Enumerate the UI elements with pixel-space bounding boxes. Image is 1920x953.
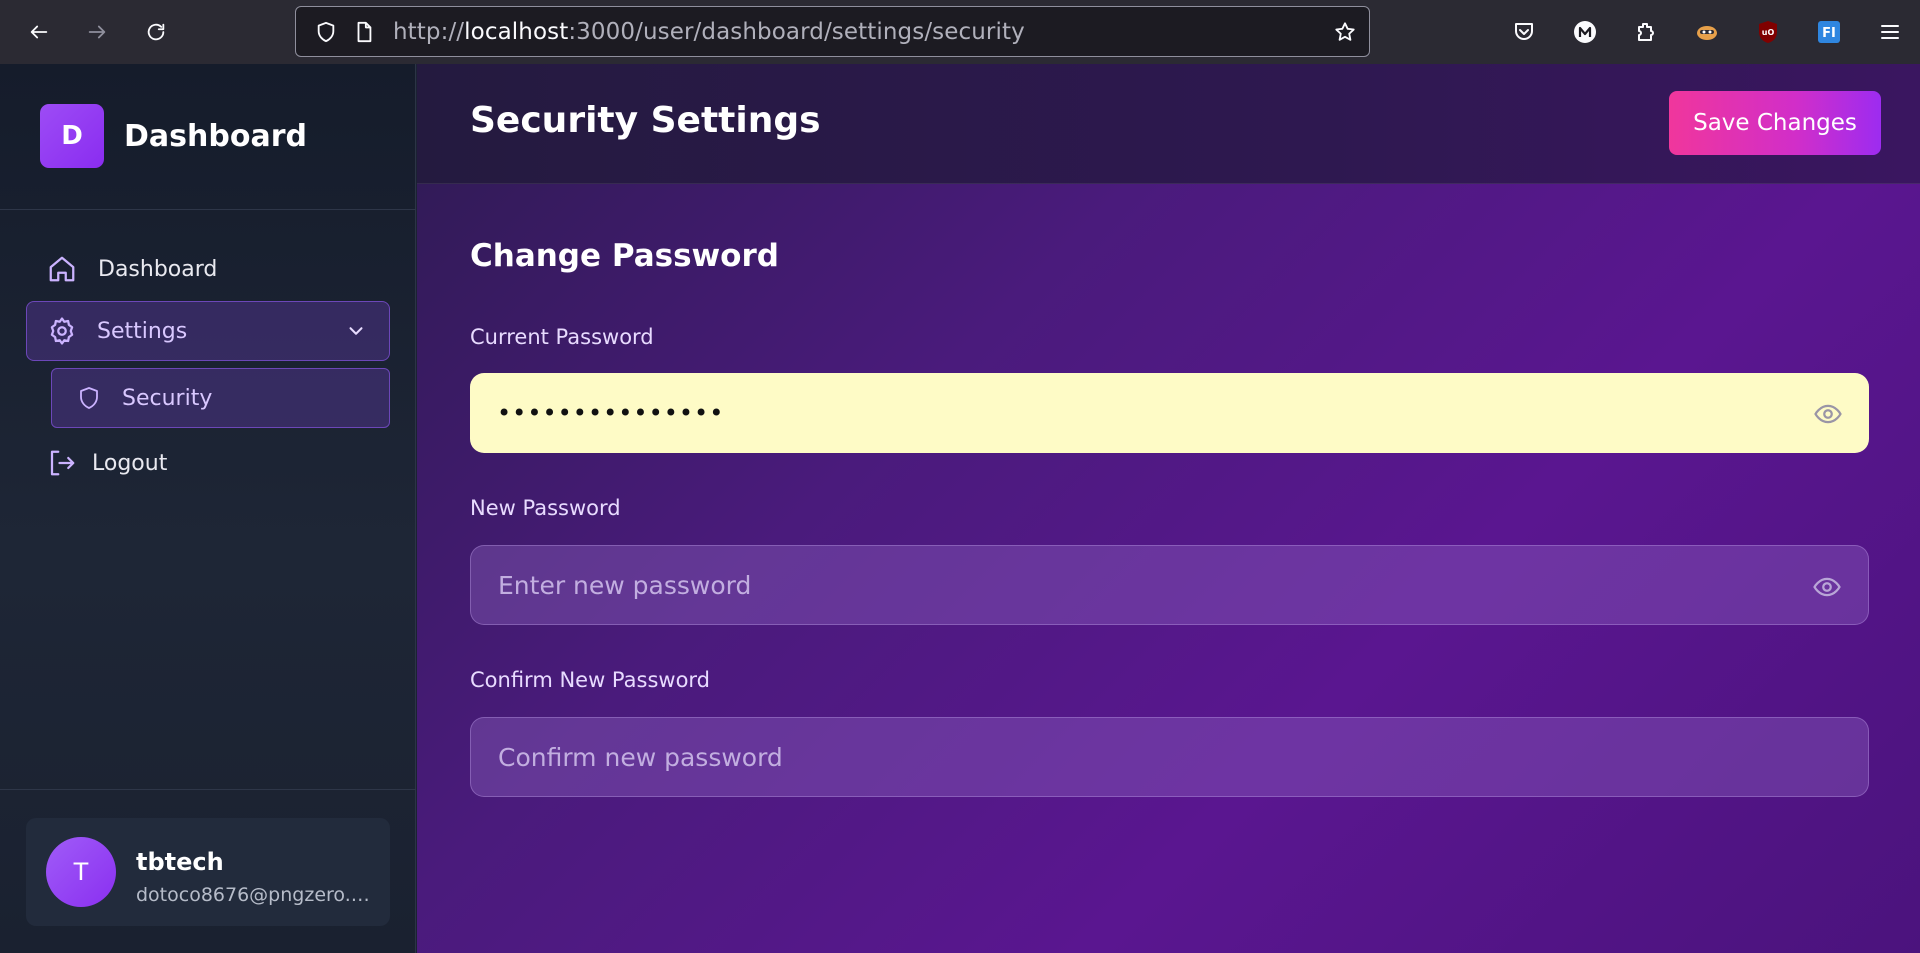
extensions-icon[interactable] [1628, 14, 1664, 50]
new-password-placeholder: Enter new password [498, 570, 752, 600]
brand[interactable]: D Dashboard [40, 104, 307, 168]
sidebar-divider [0, 789, 416, 790]
svg-text:uO: uO [1762, 28, 1775, 37]
shield-icon[interactable] [313, 19, 339, 45]
menu-icon[interactable] [1872, 14, 1908, 50]
current-password-field[interactable]: ••••••••••••••• [470, 373, 1869, 453]
sidebar-divider [0, 209, 416, 210]
new-password-field[interactable]: Enter new password [470, 545, 1869, 625]
chevron-down-icon[interactable] [345, 320, 367, 342]
fi-extension-icon[interactable]: FI [1811, 14, 1847, 50]
current-password-value: ••••••••••••••• [497, 399, 725, 427]
eye-icon[interactable] [1813, 399, 1843, 429]
sidebar-item-dashboard[interactable]: Dashboard [47, 249, 217, 289]
gear-icon [47, 316, 77, 346]
confirm-password-placeholder: Confirm new password [498, 742, 783, 772]
address-bar[interactable]: http://localhost:3000/user/dashboard/set… [295, 6, 1370, 57]
current-password-label: Current Password [470, 325, 654, 349]
back-icon[interactable] [21, 14, 57, 50]
sidebar: D Dashboard Dashboard Settings Security … [0, 64, 416, 953]
new-password-label: New Password [470, 496, 621, 520]
forward-icon[interactable] [79, 14, 115, 50]
user-card[interactable]: T tbtech dotoco8676@pngzero.com [26, 818, 390, 926]
pocket-icon[interactable] [1506, 14, 1542, 50]
reload-icon[interactable] [138, 14, 174, 50]
sidebar-item-logout[interactable]: Logout [47, 443, 167, 483]
save-button[interactable]: Save Changes [1669, 91, 1881, 155]
sidebar-item-label: Settings [97, 318, 188, 344]
avatar-extension-icon[interactable] [1689, 14, 1725, 50]
logout-icon [47, 448, 77, 478]
confirm-password-label: Confirm New Password [470, 668, 711, 692]
user-name: tbtech [136, 848, 224, 876]
sidebar-item-settings[interactable]: Settings [26, 301, 390, 361]
sidebar-item-label: Dashboard [98, 256, 218, 282]
brand-logo: D [40, 104, 104, 168]
m-extension-icon[interactable] [1567, 14, 1603, 50]
page-title: Security Settings [470, 100, 821, 141]
user-email: dotoco8676@pngzero.com [136, 884, 374, 906]
url-path: :3000/user/dashboard/settings/security [568, 18, 1025, 45]
eye-icon[interactable] [1812, 572, 1842, 602]
url-text: http://localhost:3000/user/dashboard/set… [393, 19, 1025, 45]
url-host: localhost [464, 18, 569, 45]
ublock-icon[interactable]: uO [1750, 14, 1786, 50]
browser-toolbar: http://localhost:3000/user/dashboard/set… [0, 0, 1920, 64]
sidebar-item-security[interactable]: Security [51, 368, 390, 428]
confirm-password-field[interactable]: Confirm new password [470, 717, 1869, 797]
sidebar-item-label: Security [122, 385, 213, 411]
main-content: Security Settings Save Changes Change Pa… [417, 64, 1920, 953]
home-icon [47, 254, 77, 284]
sidebar-item-label: Logout [92, 450, 168, 476]
brand-title: Dashboard [124, 118, 307, 154]
bookmark-star-icon[interactable] [1332, 19, 1358, 45]
svg-text:FI: FI [1822, 26, 1836, 41]
shield-icon [74, 383, 104, 413]
url-scheme: http:// [393, 18, 465, 45]
section-title: Change Password [470, 238, 779, 274]
page-icon [351, 19, 377, 45]
avatar: T [46, 837, 116, 907]
page-header: Security Settings Save Changes [417, 64, 1920, 184]
